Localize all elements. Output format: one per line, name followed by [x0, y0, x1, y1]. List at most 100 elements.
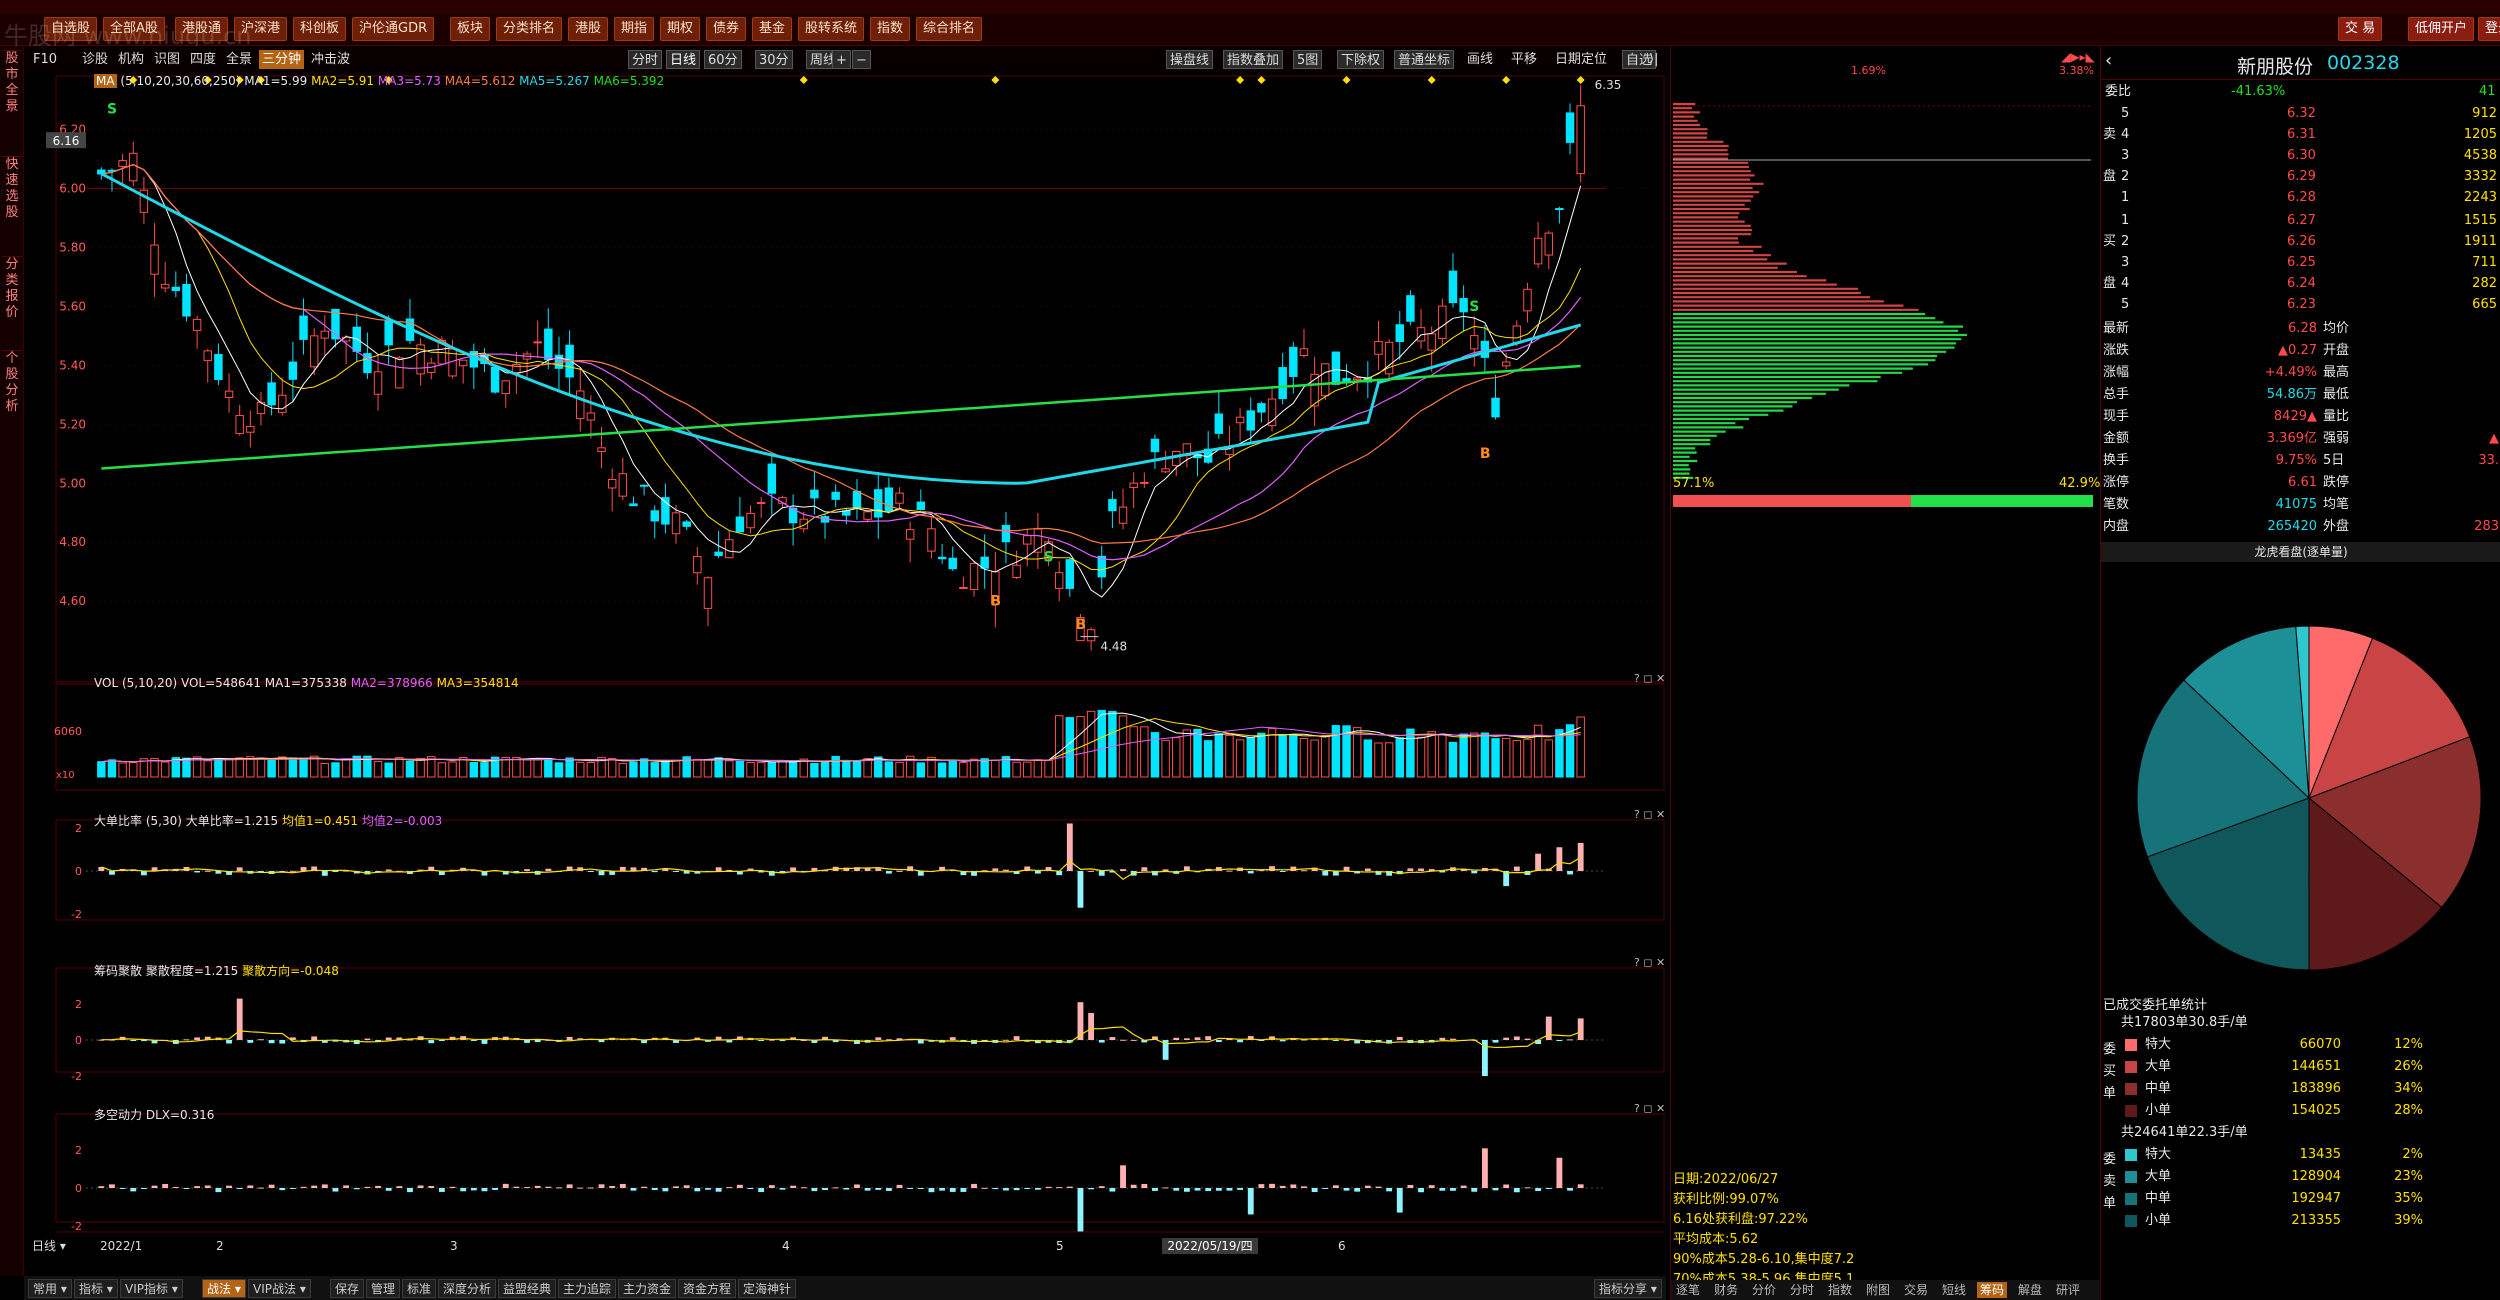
collapse-arrow-icon[interactable]: ⟩|	[1646, 50, 1661, 69]
ask-row[interactable]: 3 6.30 4538	[2101, 145, 2500, 166]
indicator-tab-3[interactable]: 战法 ▾	[202, 1279, 246, 1298]
indicator-tab-13[interactable]: 定海神针	[738, 1279, 797, 1298]
profile-tab-10[interactable]: 研评	[2053, 1282, 2083, 1298]
zoom-in-icon[interactable]: +	[832, 50, 851, 69]
profile-tab-8[interactable]: 筹码	[1977, 1282, 2008, 1298]
period-tab-3[interactable]: 30分	[755, 50, 793, 69]
vol-selector[interactable]: VOL	[94, 676, 118, 690]
ask-row[interactable]: 卖 4 6.31 1205	[2101, 124, 2500, 145]
ma-selector[interactable]: MA	[94, 74, 117, 88]
bid-row[interactable]: 买 2 6.26 1911	[2101, 231, 2500, 252]
toolbar-button-0[interactable]: 自选股	[44, 17, 98, 41]
dlx-bar	[1439, 1188, 1446, 1191]
chart-right-tool-0[interactable]: 操盘线	[1166, 50, 1214, 69]
chart-tool-5[interactable]: 全景	[223, 50, 255, 69]
indicator-tab-1[interactable]: 指标 ▾	[74, 1279, 118, 1298]
profile-tab-6[interactable]: 交易	[1901, 1282, 1931, 1298]
bid-row[interactable]: 盘 4 6.24 282	[2101, 273, 2500, 294]
chart-tool-0[interactable]: F10	[30, 50, 60, 69]
chart-tool-2[interactable]: 机构	[115, 50, 147, 69]
toolbar-button-13[interactable]: 股转系统	[798, 17, 865, 41]
zoom-out-icon[interactable]: −	[852, 50, 871, 69]
toolbar-button-7[interactable]: 分类排名	[496, 17, 563, 41]
chart-tool-1[interactable]: 诊股	[79, 50, 111, 69]
toolbar-button-5[interactable]: 沪伦通GDR	[352, 17, 435, 41]
profile-tab-4[interactable]: 指数	[1825, 1282, 1855, 1298]
indicator-tab-4[interactable]: VIP战法 ▾	[248, 1279, 311, 1298]
indicator-tab-2[interactable]: VIP指标 ▾	[120, 1279, 183, 1298]
ask-row[interactable]: 5 6.32 912	[2101, 103, 2500, 124]
chart-right-tool-1[interactable]: 指数叠加	[1223, 50, 1284, 69]
toolbar-button-3[interactable]: 沪深港	[234, 17, 288, 41]
profile-tab-1[interactable]: 财务	[1711, 1282, 1741, 1298]
indicator-tab-6[interactable]: 管理	[366, 1279, 401, 1298]
chip-selector[interactable]: 筹码聚散	[94, 964, 142, 978]
kline-chart-area[interactable]: 6.20 6.00 5.80 5.60 5.40 5.20 5.00 4.80 4.60 6.16…	[26, 72, 1666, 1258]
toolbar-button-14[interactable]: 指数	[870, 17, 911, 41]
period-tab-2[interactable]: 60分	[704, 50, 742, 69]
indicator-tab-14[interactable]: 指标分享 ▾	[1594, 1279, 1662, 1298]
bid-row[interactable]: 3 6.25 711	[2101, 252, 2500, 273]
chart-tool-4[interactable]: 四度	[187, 50, 219, 69]
left-tab-1[interactable]: 快速选股	[2, 156, 22, 246]
chart-right-tool-3[interactable]: 下除权	[1337, 50, 1385, 69]
profile-tab-3[interactable]: 分时	[1787, 1282, 1817, 1298]
chart-right-tool-2[interactable]: 5图	[1293, 50, 1323, 69]
chart-right-tool-7[interactable]: 日期定位	[1552, 50, 1610, 69]
profile-tab-7[interactable]: 短线	[1939, 1282, 1969, 1298]
bid-row[interactable]: 1 6.27 1515	[2101, 210, 2500, 231]
back-arrow-icon[interactable]: ‹	[2105, 50, 2112, 71]
indicator-tab-0[interactable]: 常用 ▾	[28, 1279, 72, 1298]
toolbar-button-15[interactable]: 综合排名	[916, 17, 983, 41]
profile-tab-0[interactable]: 逐笔	[1673, 1282, 1703, 1298]
indicator-tab-9[interactable]: 益盟经典	[498, 1279, 557, 1298]
ask-row[interactable]: 盘 2 6.29 3332	[2101, 166, 2500, 187]
big-ratio-selector[interactable]: 大单比率	[94, 814, 142, 828]
dlx-selector[interactable]: 多空动力	[94, 1108, 142, 1122]
toolbar-button-12[interactable]: 基金	[752, 17, 793, 41]
indicator-tab-7[interactable]: 标准	[402, 1279, 437, 1298]
chart-right-tool-4[interactable]: 普通坐标	[1394, 50, 1455, 69]
indicator-tab-10[interactable]: 主力追踪	[558, 1279, 617, 1298]
indicator-tab-12[interactable]: 资金方程	[678, 1279, 737, 1298]
volume-bar	[1395, 737, 1404, 778]
indicator-tab-8[interactable]: 深度分析	[438, 1279, 497, 1298]
chart-tool-7[interactable]: 冲击波	[308, 50, 353, 69]
toolbar-right-button-1[interactable]: 低佣开户	[2408, 17, 2475, 41]
chart-tool-3[interactable]: 识图	[151, 50, 183, 69]
toolbar-button-6[interactable]: 板块	[450, 17, 491, 41]
period-tab-1[interactable]: 日线	[666, 50, 701, 69]
profile-tab-2[interactable]: 分价	[1749, 1282, 1779, 1298]
profile-tab-5[interactable]: 附图	[1863, 1282, 1893, 1298]
panel-close-icon[interactable]: ? ◻ ✕	[1634, 1102, 1665, 1115]
profile-tool-icons[interactable]: ◢▶▸◣	[2061, 50, 2095, 64]
toolbar-button-10[interactable]: 期权	[660, 17, 701, 41]
toolbar-button-11[interactable]: 债券	[706, 17, 747, 41]
toolbar-right-button-2[interactable]: 登录	[2478, 17, 2500, 41]
chip-bar	[1279, 1040, 1286, 1042]
chart-tool-6[interactable]: 三分钟	[259, 50, 305, 69]
bid-row[interactable]: 5 6.23 665	[2101, 294, 2500, 315]
panel-close-icon[interactable]: ? ◻ ✕	[1634, 808, 1665, 821]
profile-tab-9[interactable]: 解盘	[2015, 1282, 2045, 1298]
toolbar-button-8[interactable]: 港股	[568, 17, 609, 41]
left-tab-3[interactable]: 个股分析	[2, 350, 22, 460]
toolbar-button-9[interactable]: 期指	[614, 17, 655, 41]
left-tab-0[interactable]: 股市全景	[2, 50, 22, 136]
period-tab-0[interactable]: 分时	[628, 50, 663, 69]
chip-bar	[1194, 1037, 1201, 1040]
panel-close-icon[interactable]: ? ◻ ✕	[1634, 956, 1665, 969]
date-axis-prefix[interactable]: 日线 ▾	[32, 1239, 66, 1253]
toolbar-button-4[interactable]: 科创板	[293, 17, 347, 41]
kline-svg[interactable]: 6.206.005.805.605.405.205.004.804.606.16…	[26, 72, 1666, 1258]
toolbar-button-1[interactable]: 全部A股	[103, 17, 165, 41]
left-tab-2[interactable]: 分类报价	[2, 256, 22, 346]
chart-right-tool-6[interactable]: 平移	[1508, 50, 1540, 69]
chart-right-tool-5[interactable]: 画线	[1464, 50, 1496, 69]
panel-close-icon[interactable]: ? ◻ ✕	[1634, 672, 1665, 685]
ask-row[interactable]: 1 6.28 2243	[2101, 187, 2500, 208]
toolbar-button-2[interactable]: 港股通	[175, 17, 229, 41]
toolbar-right-button-0[interactable]: 交 易	[2338, 17, 2383, 41]
indicator-tab-5[interactable]: 保存	[330, 1279, 365, 1298]
indicator-tab-11[interactable]: 主力资金	[618, 1279, 677, 1298]
